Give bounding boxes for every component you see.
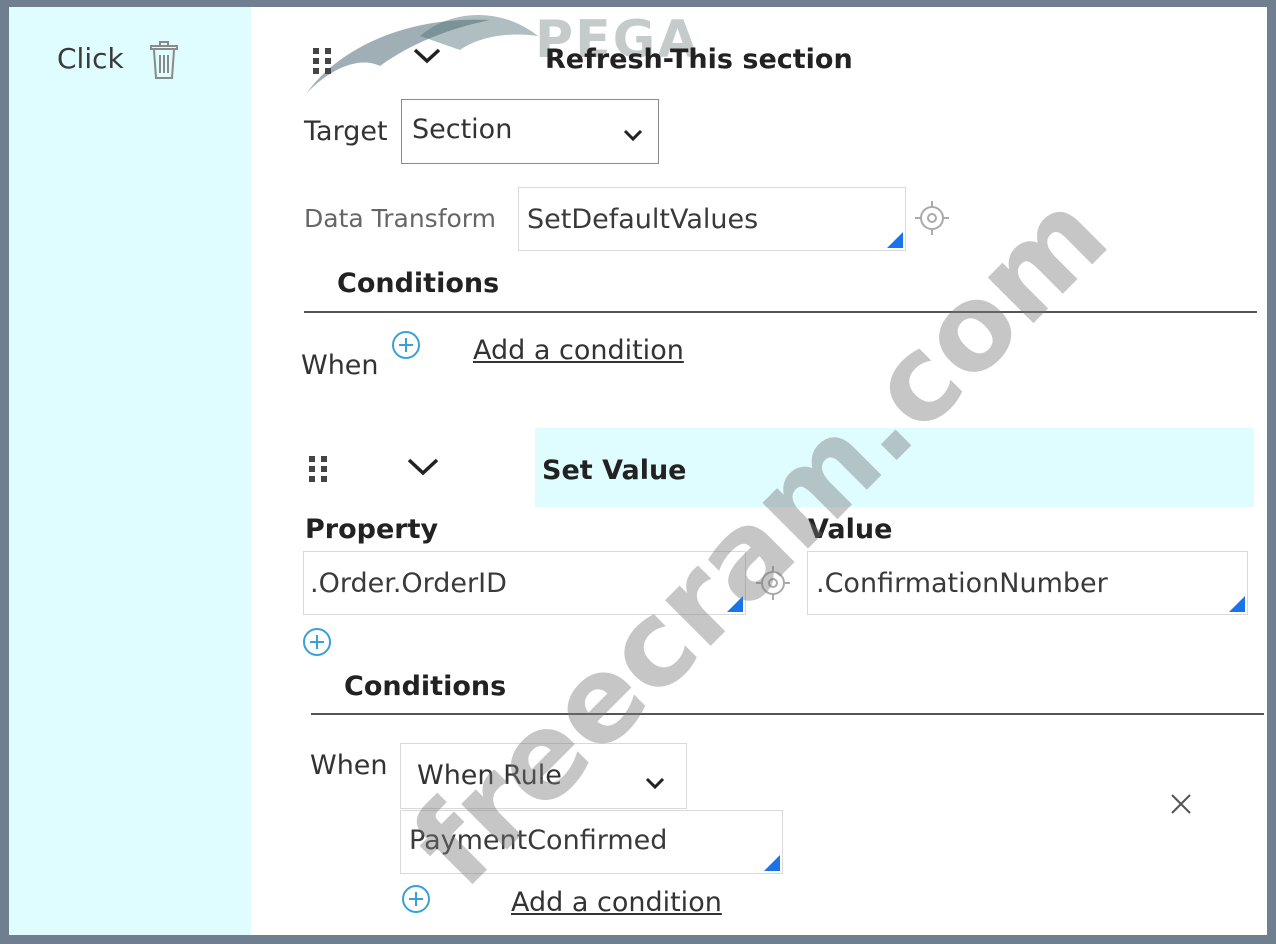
add-condition-link[interactable]: Add a condition	[473, 335, 684, 366]
autocomplete-corner	[887, 232, 903, 248]
target-select-value: Section	[412, 114, 513, 145]
property-value: .Order.OrderID	[310, 568, 507, 599]
add-icon[interactable]	[301, 626, 333, 662]
event-label: Click	[57, 42, 124, 75]
add-icon[interactable]	[400, 883, 432, 919]
target-select[interactable]: Section	[401, 99, 659, 164]
when-label: When	[310, 750, 388, 781]
add-condition-link[interactable]: Add a condition	[511, 887, 722, 918]
trash-icon[interactable]	[147, 41, 183, 85]
data-transform-label: Data Transform	[304, 204, 496, 233]
when-type-select[interactable]: When Rule	[400, 743, 687, 809]
when-label: When	[301, 350, 379, 381]
chevron-down-icon[interactable]	[406, 456, 440, 482]
value-label: Value	[808, 514, 893, 545]
drag-handle-icon[interactable]	[311, 44, 335, 82]
add-icon[interactable]	[390, 329, 422, 365]
chevron-down-icon	[622, 120, 644, 151]
autocomplete-corner	[727, 596, 743, 612]
value-field[interactable]: .ConfirmationNumber	[807, 551, 1248, 615]
close-icon[interactable]	[1169, 792, 1193, 820]
event-panel	[9, 7, 251, 935]
conditions-heading: Conditions	[344, 671, 507, 702]
when-type-value: When Rule	[417, 760, 562, 791]
conditions-heading: Conditions	[337, 268, 500, 299]
crosshair-icon[interactable]	[915, 201, 949, 239]
chevron-down-icon	[644, 768, 666, 799]
divider	[311, 713, 1264, 715]
property-field[interactable]: .Order.OrderID	[303, 551, 746, 615]
divider	[304, 311, 1257, 313]
crosshair-icon[interactable]	[756, 566, 790, 604]
action-title: Set Value	[542, 455, 687, 486]
autocomplete-corner	[764, 855, 780, 871]
data-transform-value: SetDefaultValues	[527, 204, 759, 235]
chevron-down-icon[interactable]	[412, 46, 442, 70]
value-field-value: .ConfirmationNumber	[816, 568, 1108, 599]
data-transform-field[interactable]: SetDefaultValues	[518, 187, 906, 251]
autocomplete-corner	[1229, 596, 1245, 612]
when-rule-value: PaymentConfirmed	[409, 825, 668, 856]
property-label: Property	[305, 514, 439, 545]
when-rule-field[interactable]: PaymentConfirmed	[400, 810, 783, 874]
action-title: Refresh-This section	[545, 44, 853, 75]
drag-handle-icon[interactable]	[307, 452, 331, 490]
target-label: Target	[304, 116, 388, 147]
